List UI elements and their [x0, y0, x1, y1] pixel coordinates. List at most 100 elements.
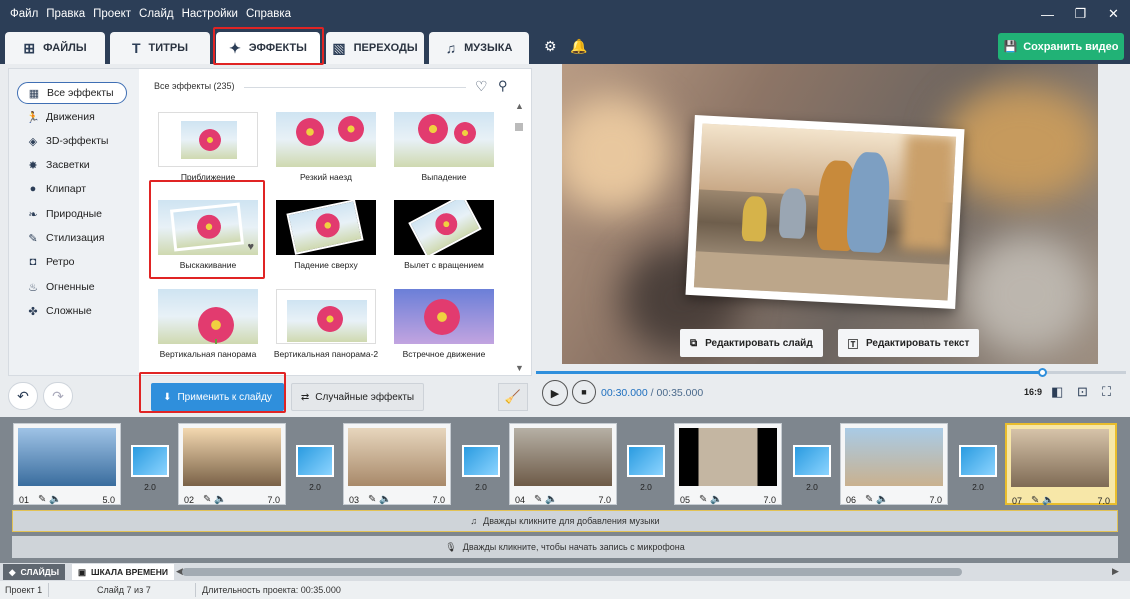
speaker-icon[interactable]: 🔈 — [379, 494, 391, 505]
sidebar-item-fire[interactable]: ♨ Огненные — [17, 276, 127, 298]
tab-files[interactable]: ⊞ ФАЙЛЫ — [5, 32, 105, 64]
gear-icon[interactable]: ⚙ — [544, 38, 557, 55]
search-icon[interactable]: ⚲ — [498, 78, 508, 94]
fullscreen-icon[interactable]: ⛶ — [1102, 384, 1111, 400]
transition-4[interactable] — [627, 445, 665, 477]
maximize-button[interactable]: ❐ — [1064, 0, 1097, 28]
play-button[interactable]: ▶ — [542, 380, 568, 406]
speaker-icon[interactable]: 🔈 — [214, 494, 226, 505]
speaker-icon[interactable]: 🔈 — [876, 494, 888, 505]
save-video-button[interactable]: 💾 Сохранить видео — [998, 33, 1124, 60]
pencil-icon[interactable]: ✎ — [699, 494, 707, 505]
layers-icon: ◆ — [9, 566, 16, 577]
scroll-right-icon[interactable]: ▶ — [1112, 566, 1119, 577]
scroll-up-icon[interactable]: ▲ — [515, 101, 524, 111]
redo-button[interactable]: ↷ — [43, 382, 73, 410]
slide-card-01[interactable]: 01 ✎ 🔈 5.0 — [13, 423, 121, 505]
speaker-icon[interactable]: 🔈 — [49, 494, 61, 505]
aspect-ratio-label[interactable]: 16:9 — [1024, 387, 1042, 397]
pencil-icon[interactable]: ✎ — [534, 494, 542, 505]
heading-divider — [244, 87, 466, 88]
favorite-heart-icon[interactable]: ♥ — [247, 241, 254, 253]
apply-to-slide-button[interactable]: ⬇ Применить к слайду — [151, 383, 284, 411]
sidebar-item-nature[interactable]: ❧ Природные — [17, 203, 127, 225]
menu-help[interactable]: Справка — [242, 8, 295, 20]
clear-effects-button[interactable]: 🧹 — [498, 383, 528, 411]
effects-scrollbar[interactable]: ▲ ▼ — [513, 101, 525, 373]
slide-card-03[interactable]: 03 ✎ 🔈 7.0 — [343, 423, 451, 505]
slide-card-07[interactable]: 07 ✎ 🔈 7.0 — [1005, 423, 1117, 506]
slide-thumbnail — [514, 428, 612, 486]
effect-fall-from-top[interactable]: Падение сверху — [276, 200, 376, 270]
snapshot-icon[interactable]: ⊡ — [1077, 384, 1088, 400]
menu-project[interactable]: Проект — [89, 8, 135, 20]
transition-2[interactable] — [296, 445, 334, 477]
timeline-horizontal-scrollbar[interactable] — [182, 568, 962, 576]
current-time: 00:30.000 — [601, 387, 648, 399]
minimize-button[interactable]: — — [1031, 0, 1064, 28]
effect-vertical-pan-2[interactable]: Вертикальная панорама-2 — [274, 289, 378, 359]
sparkle-icon: ✸ — [28, 159, 38, 172]
sidebar-item-light-leaks[interactable]: ✸ Засветки — [17, 154, 127, 176]
scroll-down-icon[interactable]: ▼ — [515, 363, 524, 373]
transition-1[interactable] — [131, 445, 169, 477]
tab-titles[interactable]: T ТИТРЫ — [110, 32, 210, 64]
menu-slide[interactable]: Слайд — [135, 8, 178, 20]
microphone-track[interactable]: 🎙 Дважды кликните, чтобы начать запись с … — [12, 536, 1118, 558]
tab-music[interactable]: ♫ МУЗЫКА — [429, 32, 529, 64]
undo-button[interactable]: ↶ — [8, 382, 38, 410]
slide-card-04[interactable]: 04 ✎ 🔈 7.0 — [509, 423, 617, 505]
pencil-icon[interactable]: ✎ — [865, 494, 873, 505]
playback-progress-bar[interactable] — [536, 368, 1126, 377]
effect-spin-out[interactable]: Вылет с вращением — [394, 200, 494, 270]
sidebar-item-clipart[interactable]: ● Клипарт — [17, 178, 127, 200]
tab-transitions[interactable]: ▧ ПЕРЕХОДЫ — [326, 32, 424, 64]
scroll-thumb[interactable] — [515, 123, 523, 131]
slide-card-02[interactable]: 02 ✎ 🔈 7.0 — [178, 423, 286, 505]
pencil-icon[interactable]: ✎ — [368, 494, 376, 505]
heart-icon[interactable]: ♡ — [475, 78, 488, 95]
pencil-icon[interactable]: ✎ — [203, 494, 211, 505]
sidebar-item-stylization[interactable]: ✎ Стилизация — [17, 227, 127, 249]
speaker-icon[interactable]: 🔈 — [1042, 495, 1054, 506]
effect-zoom-in[interactable]: Приближение — [158, 112, 258, 182]
effect-sharp-zoom[interactable]: Резкий наезд — [276, 112, 376, 182]
sidebar-item-complex[interactable]: ✤ Сложные — [17, 300, 127, 322]
sidebar-item-3d[interactable]: ◈ 3D-эффекты — [17, 130, 127, 152]
random-effects-button[interactable]: ⇄ Случайные эффекты — [291, 383, 424, 411]
sidebar-item-motion[interactable]: 🏃 Движения — [17, 106, 127, 128]
edit-slide-button[interactable]: ⧉ Редактировать слайд — [680, 329, 823, 357]
slide-card-06[interactable]: 06 ✎ 🔈 7.0 — [840, 423, 948, 505]
speaker-icon[interactable]: 🔈 — [545, 494, 557, 505]
transition-6[interactable] — [959, 445, 997, 477]
pencil-icon[interactable]: ✎ — [1031, 495, 1039, 506]
transition-5[interactable] — [793, 445, 831, 477]
effects-sidebar: ▦ Все эффекты 🏃 Движения ◈ 3D-эффекты ✸ Засв… — [9, 69, 139, 375]
edit-text-button[interactable]: 🅃 Редактировать текст — [838, 329, 980, 357]
pencil-icon[interactable]: ✎ — [38, 494, 46, 505]
stop-button[interactable]: ■ — [572, 380, 596, 404]
bell-icon[interactable]: 🔔 — [570, 38, 587, 55]
progress-knob[interactable] — [1037, 368, 1047, 377]
effect-drop-out[interactable]: Выпадение — [394, 112, 494, 182]
menu-settings[interactable]: Настройки — [178, 8, 242, 20]
tab-effects[interactable]: ✦ ЭФФЕКТЫ — [216, 32, 320, 64]
effect-pop-up[interactable]: ♥ Выскакивание — [158, 200, 258, 270]
menu-file[interactable]: Файл — [6, 8, 42, 20]
transition-3[interactable] — [462, 445, 500, 477]
slides-timeline: 01 ✎ 🔈 5.0 2.0 02 ✎ 🔈 7.0 2.0 03 ✎ 🔈 7.0… — [0, 417, 1130, 563]
effect-vertical-pan[interactable]: Вертикальная панорама — [158, 289, 258, 359]
menu-edit[interactable]: Правка — [42, 8, 89, 20]
effect-counter-motion[interactable]: Встречное движение — [394, 289, 494, 359]
frame-mode-icon[interactable]: ◧ — [1051, 384, 1063, 400]
slide-card-05[interactable]: 05 ✎ 🔈 7.0 — [674, 423, 782, 505]
preview-photo-frame — [685, 115, 965, 309]
speaker-icon[interactable]: 🔈 — [710, 494, 722, 505]
sidebar-item-all-effects[interactable]: ▦ Все эффекты — [17, 82, 127, 104]
music-track[interactable]: ♫ Дважды кликните для добавления музыки — [12, 510, 1118, 532]
close-button[interactable]: ✕ — [1097, 0, 1130, 28]
tab-slides-view[interactable]: ◆ СЛАЙДЫ — [3, 564, 66, 580]
sidebar-item-retro[interactable]: ◘ Ретро — [17, 251, 127, 273]
tab-timeline-view[interactable]: ▣ ШКАЛА ВРЕМЕНИ — [72, 564, 174, 580]
star-effects-icon: ✦ — [229, 39, 241, 56]
